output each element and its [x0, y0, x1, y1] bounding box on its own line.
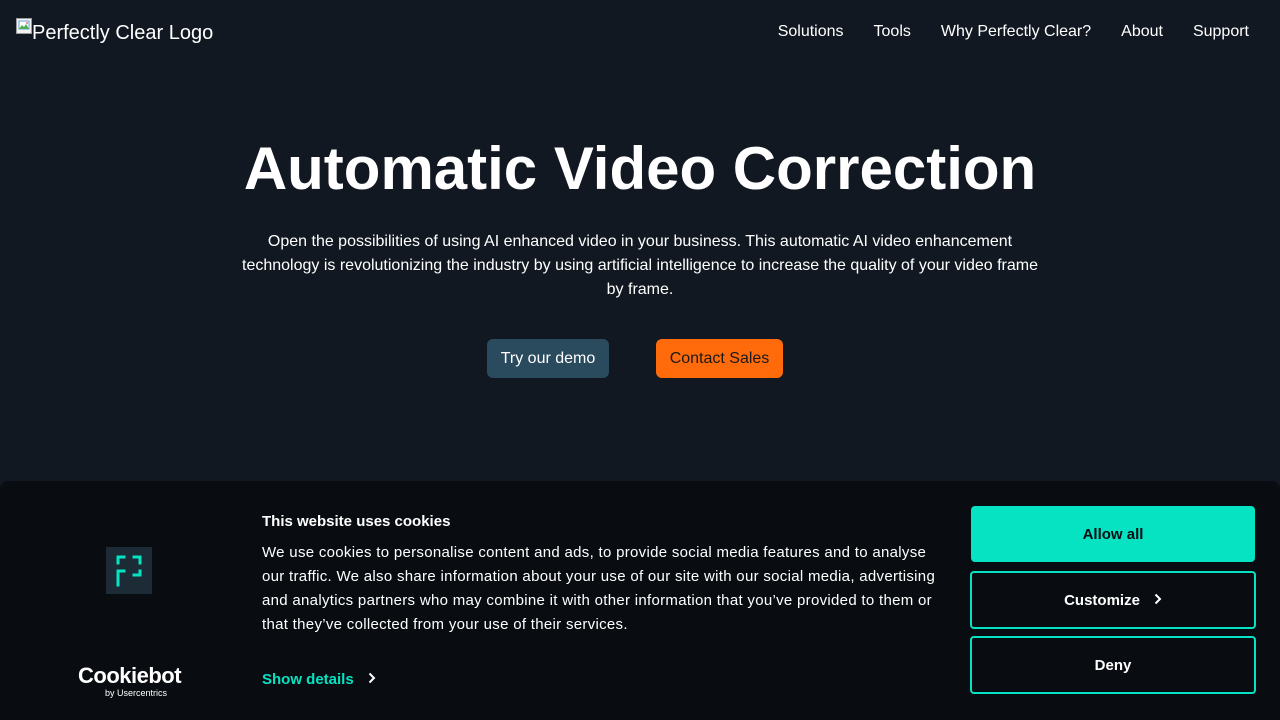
- cookie-banner-title: This website uses cookies: [262, 513, 451, 530]
- cookiebot-brand-sub: by Usercentrics: [105, 688, 168, 698]
- main-nav: Solutions Tools Why Perfectly Clear? Abo…: [763, 20, 1264, 44]
- site-header: Perfectly Clear Logo Solutions Tools Why…: [0, 0, 1280, 64]
- nav-item-about[interactable]: About: [1106, 20, 1178, 44]
- cookiebot-brand-name: Cookiebot: [78, 663, 182, 688]
- cookiebot-logo[interactable]: Cookiebot by Usercentrics: [78, 663, 182, 699]
- chevron-right-icon: [1154, 592, 1162, 609]
- chevron-right-icon: [368, 670, 376, 690]
- nav-item-support[interactable]: Support: [1178, 20, 1264, 44]
- cookie-banner-text: We use cookies to personalise content an…: [262, 544, 936, 633]
- broken-image-icon: [16, 18, 32, 34]
- hero-description: Open the possibilities of using AI enhan…: [242, 233, 1038, 298]
- perfectly-clear-mark-icon: [106, 547, 152, 594]
- show-details-link[interactable]: Show details: [262, 670, 376, 690]
- nav-item-solutions[interactable]: Solutions: [763, 20, 859, 44]
- nav-item-why-perfectly-clear[interactable]: Why Perfectly Clear?: [926, 20, 1106, 44]
- cta-row: Try our demo Contact Sales: [0, 339, 1280, 378]
- show-details-label: Show details: [262, 671, 354, 688]
- nav-item-tools[interactable]: Tools: [859, 20, 926, 44]
- site-logo[interactable]: Perfectly Clear Logo: [16, 18, 213, 48]
- cookie-banner: Cookiebot by Usercentrics This website u…: [0, 481, 1280, 720]
- deny-button[interactable]: Deny: [970, 636, 1256, 694]
- customize-button[interactable]: Customize: [970, 571, 1256, 629]
- logo-alt-text: Perfectly Clear Logo: [32, 22, 214, 44]
- contact-sales-button[interactable]: Contact Sales: [656, 339, 783, 378]
- try-demo-button[interactable]: Try our demo: [487, 339, 609, 378]
- page: Perfectly Clear Logo Solutions Tools Why…: [0, 0, 1280, 720]
- allow-all-button[interactable]: Allow all: [971, 506, 1255, 562]
- page-title: Automatic Video Correction: [243, 135, 1037, 202]
- customize-label: Customize: [1064, 591, 1140, 609]
